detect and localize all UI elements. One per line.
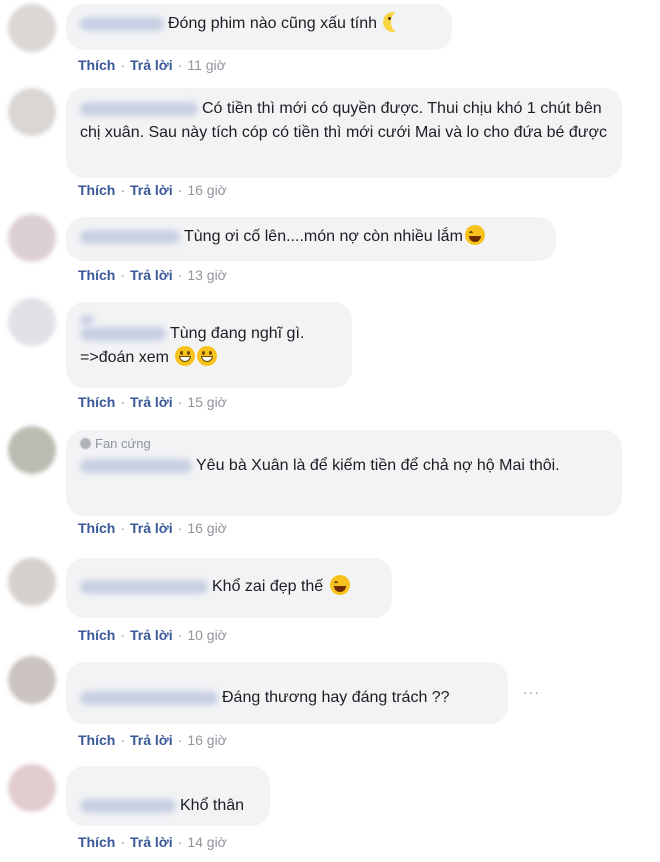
author-name[interactable]: [80, 579, 208, 594]
reply-link[interactable]: Trả lời: [130, 627, 173, 643]
timestamp[interactable]: 16 giờ: [187, 182, 227, 198]
comment-text: Tùng đang nghĩ gì.: [170, 325, 305, 342]
reply-link[interactable]: Trả lời: [130, 732, 173, 748]
avatar[interactable]: [8, 214, 56, 262]
comment-bubble: Tùng ơi cố lên....món nợ còn nhiều lắm: [66, 217, 556, 261]
avatar[interactable]: [8, 298, 56, 346]
comment-text: Tùng ơi cố lên....món nợ còn nhiều lắm: [184, 228, 463, 245]
author-name[interactable]: [80, 16, 164, 31]
comment-actions: Thích · Trả lời · 14 giờ: [78, 834, 227, 850]
reply-link[interactable]: Trả lời: [130, 834, 173, 850]
timestamp[interactable]: 10 giờ: [187, 627, 227, 643]
avatar[interactable]: [8, 558, 56, 606]
comment-text: Đóng phim nào cũng xấu tính: [168, 15, 378, 32]
like-link[interactable]: Thích: [78, 182, 115, 198]
like-link[interactable]: Thích: [78, 267, 115, 283]
avatar[interactable]: [8, 4, 56, 52]
reply-link[interactable]: Trả lời: [130, 520, 173, 536]
like-link[interactable]: Thích: [78, 394, 115, 410]
reply-link[interactable]: Trả lời: [130, 267, 173, 283]
author-name[interactable]: [80, 798, 176, 813]
grinning-emoji: [197, 346, 218, 366]
comment-actions: Thích · Trả lời · 11 giờ: [78, 57, 226, 73]
badge-icon: [80, 438, 91, 449]
like-link[interactable]: Thích: [78, 57, 115, 73]
comment-text: Yêu bà Xuân là để kiếm tiền để chả nợ hộ…: [196, 457, 560, 474]
avatar[interactable]: [8, 88, 56, 136]
timestamp[interactable]: 15 giờ: [187, 394, 227, 410]
comment-bubble: Khổ zai đẹp thế: [66, 558, 392, 618]
laughing-emoji: [329, 575, 350, 595]
comment-bubble: Khổ thân: [66, 766, 270, 826]
comment-actions: Thích · Trả lời · 10 giờ: [78, 627, 227, 643]
comment-bubble: Tùng đang nghĩ gì. =>đoán xem: [66, 302, 352, 388]
timestamp[interactable]: 11 giờ: [187, 57, 226, 73]
like-link[interactable]: Thích: [78, 520, 115, 536]
author-icon-blur: [80, 314, 94, 325]
comment-text-line2: =>đoán xem: [80, 349, 169, 366]
reply-link[interactable]: Trả lời: [130, 182, 173, 198]
reply-link[interactable]: Trả lời: [130, 57, 173, 73]
comment-text: Đáng thương hay đáng trách ??: [222, 689, 450, 706]
comment-actions: Thích · Trả lời · 16 giờ: [78, 732, 227, 748]
author-name[interactable]: [80, 690, 218, 705]
comment-actions: Thích · Trả lời · 15 giờ: [78, 394, 227, 410]
comment-bubble: Đáng thương hay đáng trách ??: [66, 662, 508, 724]
timestamp[interactable]: 16 giờ: [187, 732, 227, 748]
comment-bubble: Có tiền thì mới có quyền được. Thui chịu…: [66, 88, 622, 178]
author-name[interactable]: [80, 458, 192, 473]
author-name[interactable]: [80, 229, 180, 244]
timestamp[interactable]: 14 giờ: [187, 834, 227, 850]
timestamp[interactable]: 16 giờ: [187, 520, 227, 536]
comment-actions: Thích · Trả lời · 13 giờ: [78, 267, 227, 283]
comment-actions: Thích · Trả lời · 16 giờ: [78, 520, 227, 536]
laughing-emoji: [464, 225, 485, 245]
like-link[interactable]: Thích: [78, 834, 115, 850]
avatar[interactable]: [8, 656, 56, 704]
comment-bubble: Fan cứng Yêu bà Xuân là để kiếm tiền để …: [66, 430, 622, 516]
avatar[interactable]: [8, 426, 56, 474]
fan-badge: Fan cứng: [80, 436, 608, 452]
comment-text: Khổ zai đẹp thế: [212, 578, 324, 595]
comment-actions: Thích · Trả lời · 16 giờ: [78, 182, 227, 198]
author-name[interactable]: [80, 326, 166, 341]
comment-bubble: Đóng phim nào cũng xấu tính: [66, 4, 452, 50]
reply-link[interactable]: Trả lời: [130, 394, 173, 410]
grinning-emoji: [175, 346, 196, 366]
avatar[interactable]: [8, 764, 56, 812]
author-name[interactable]: [80, 101, 198, 116]
moon-emoji: [383, 12, 406, 32]
timestamp[interactable]: 13 giờ: [187, 267, 227, 283]
like-link[interactable]: Thích: [78, 732, 115, 748]
like-link[interactable]: Thích: [78, 627, 115, 643]
more-options-icon[interactable]: ···: [523, 684, 540, 700]
comment-text: Khổ thân: [180, 797, 245, 814]
